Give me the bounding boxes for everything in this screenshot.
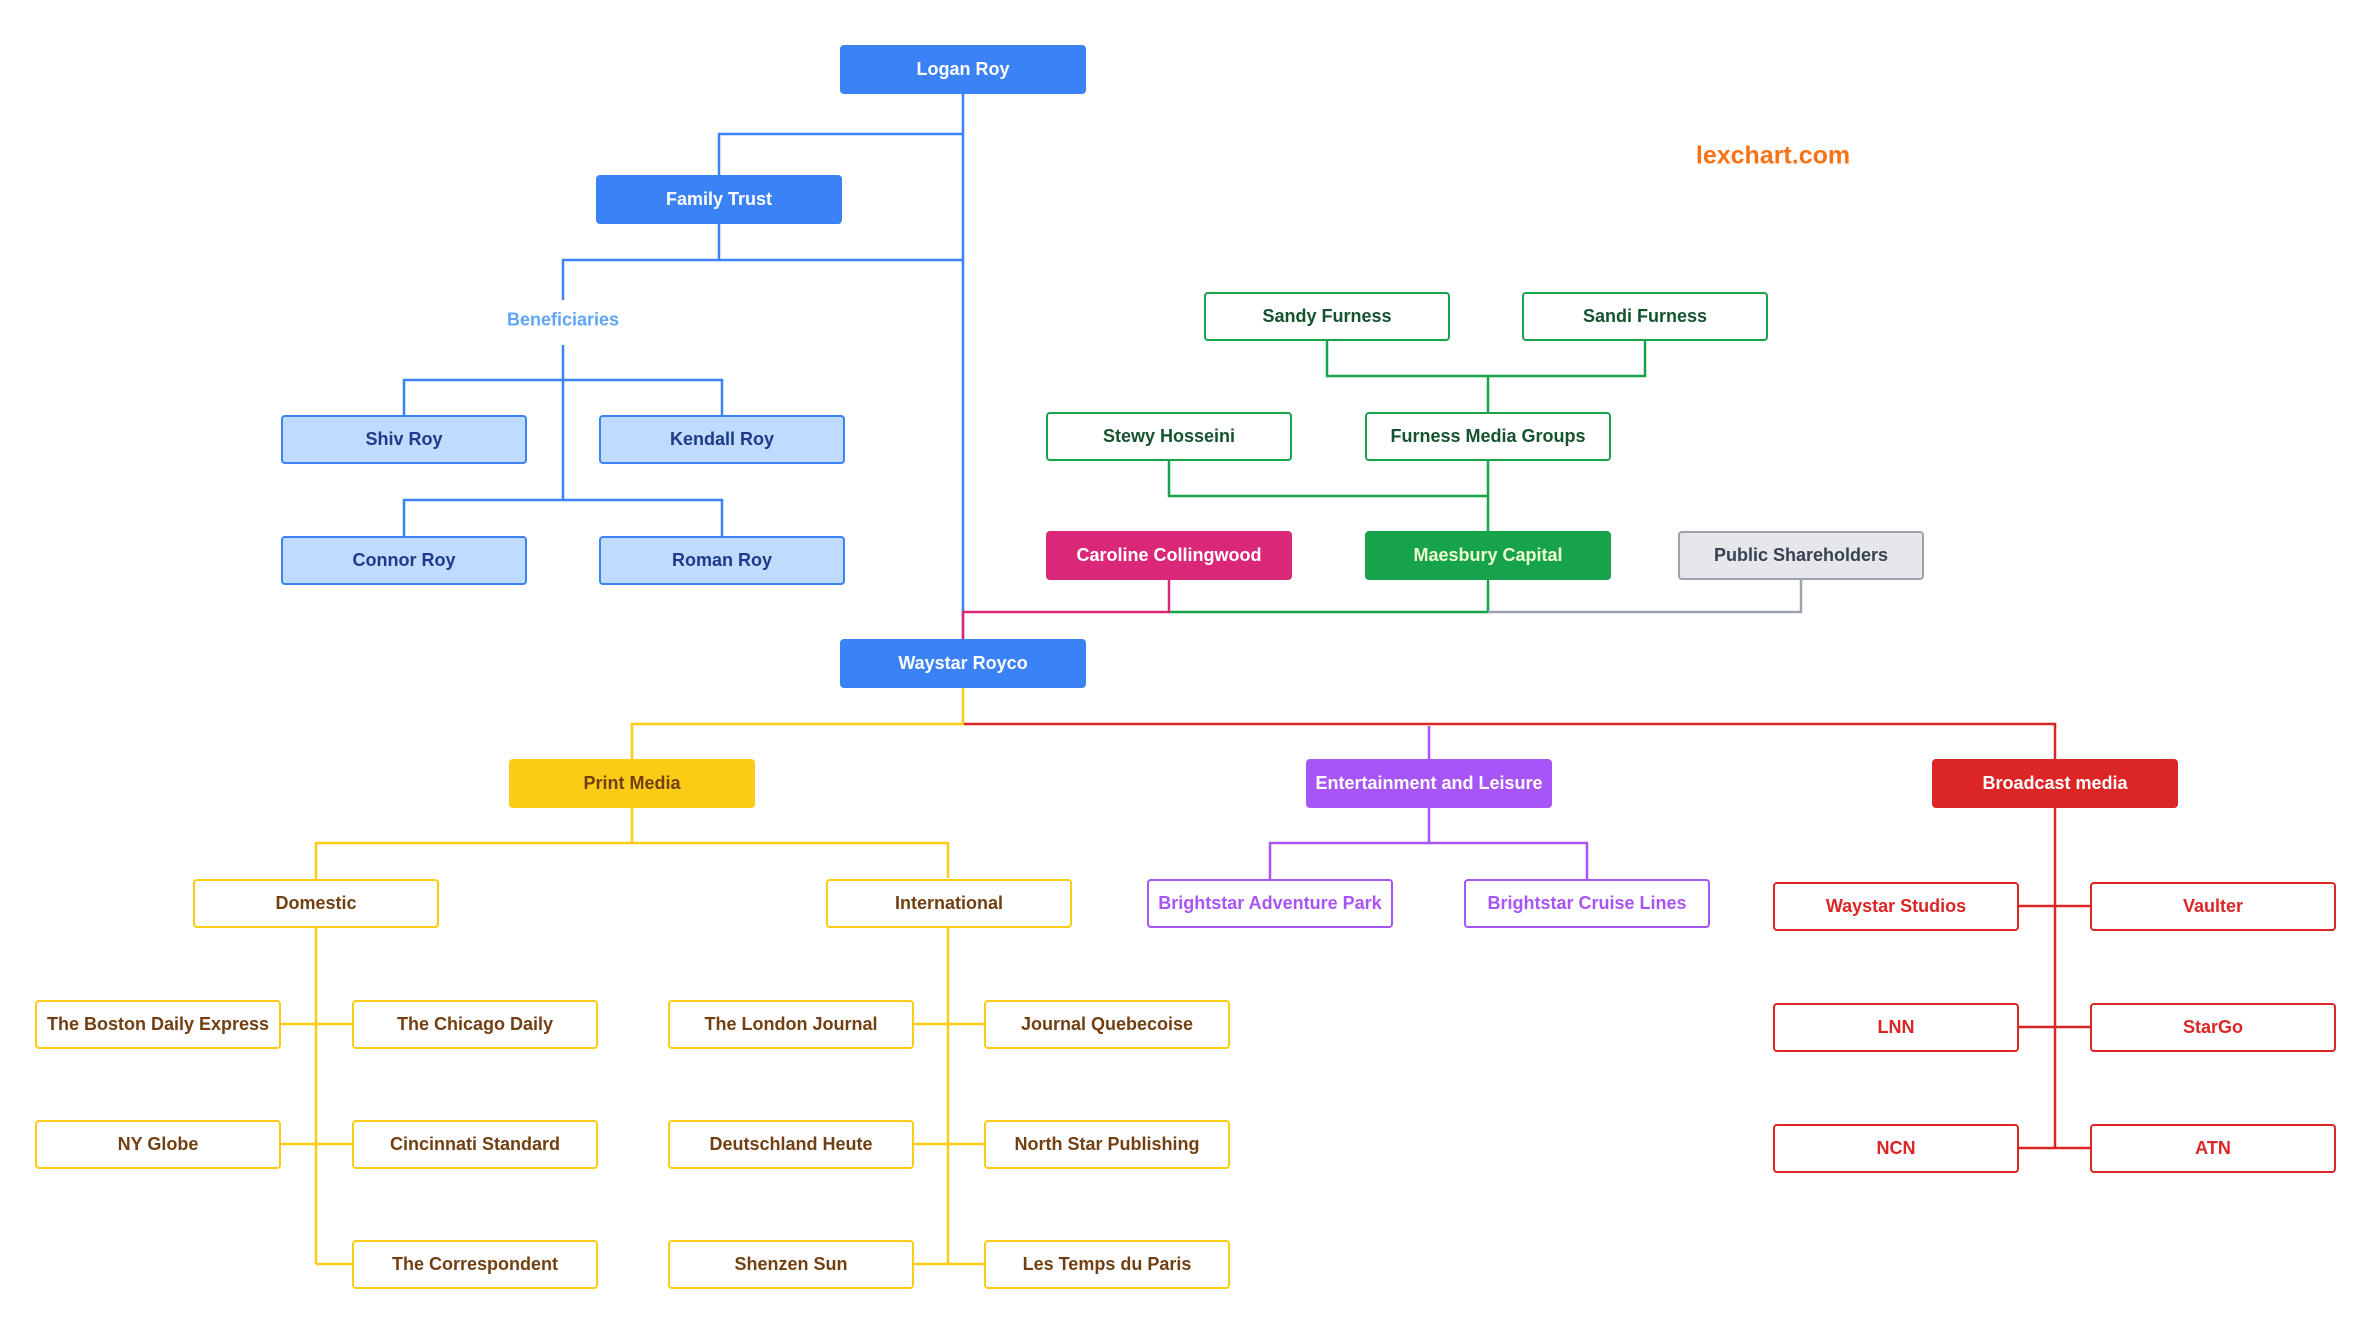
- node-waystar-royco[interactable]: Waystar Royco: [840, 639, 1086, 688]
- node-london-journal[interactable]: The London Journal: [668, 1000, 914, 1049]
- node-deutschland-heute[interactable]: Deutschland Heute: [668, 1120, 914, 1169]
- node-shiv-roy[interactable]: Shiv Roy: [281, 415, 527, 464]
- connector-maesbury-waystar: [1169, 580, 1490, 614]
- beneficiaries-label: Beneficiaries: [506, 309, 620, 330]
- node-furness-media-groups[interactable]: Furness Media Groups: [1365, 412, 1611, 461]
- node-print-media[interactable]: Print Media: [509, 759, 755, 808]
- node-stewy-hosseini[interactable]: Stewy Hosseini: [1046, 412, 1292, 461]
- connector-kendall: [563, 378, 724, 415]
- node-cincinnati-standard[interactable]: Cincinnati Standard: [352, 1120, 598, 1169]
- connector-stewy: [1167, 460, 1488, 498]
- connector-public-waystar: [1488, 580, 1803, 614]
- node-entertainment-leisure[interactable]: Entertainment and Leisure: [1306, 759, 1552, 808]
- node-public-shareholders[interactable]: Public Shareholders: [1678, 531, 1924, 580]
- node-ny-globe[interactable]: NY Globe: [35, 1120, 281, 1169]
- connector-print-domestic: [314, 841, 632, 879]
- connector-ent-adventure: [1268, 808, 1431, 879]
- node-lnn[interactable]: LNN: [1773, 1003, 2019, 1052]
- node-stargo[interactable]: StarGo: [2090, 1003, 2336, 1052]
- node-brightstar-adventure-park[interactable]: Brightstar Adventure Park: [1147, 879, 1393, 928]
- node-shenzen-sun[interactable]: Shenzen Sun: [668, 1240, 914, 1289]
- node-sandy-furness[interactable]: Sandy Furness: [1204, 292, 1450, 341]
- node-ncn[interactable]: NCN: [1773, 1124, 2019, 1173]
- connector-roman: [563, 498, 724, 536]
- node-maesbury-capital[interactable]: Maesbury Capital: [1365, 531, 1611, 580]
- node-broadcast-media[interactable]: Broadcast media: [1932, 759, 2178, 808]
- connector-shiv: [402, 378, 563, 415]
- node-les-temps-du-paris[interactable]: Les Temps du Paris: [984, 1240, 1230, 1289]
- node-waystar-studios[interactable]: Waystar Studios: [1773, 882, 2019, 931]
- node-roman-roy[interactable]: Roman Roy: [599, 536, 845, 585]
- connector-connor: [402, 498, 563, 536]
- node-caroline-collingwood[interactable]: Caroline Collingwood: [1046, 531, 1292, 580]
- node-journal-quebecoise[interactable]: Journal Quebecoise: [984, 1000, 1230, 1049]
- node-logan-roy[interactable]: Logan Roy: [840, 45, 1086, 94]
- connector-sandi: [1488, 340, 1647, 378]
- connector-trust-beneficiaries: [561, 224, 721, 300]
- node-connor-roy[interactable]: Connor Roy: [281, 536, 527, 585]
- node-boston-daily-express[interactable]: The Boston Daily Express: [35, 1000, 281, 1049]
- node-domestic[interactable]: Domestic: [193, 879, 439, 928]
- node-family-trust[interactable]: Family Trust: [596, 175, 842, 224]
- node-international[interactable]: International: [826, 879, 1072, 928]
- node-the-correspondent[interactable]: The Correspondent: [352, 1240, 598, 1289]
- node-brightstar-cruise-lines[interactable]: Brightstar Cruise Lines: [1464, 879, 1710, 928]
- connector-logan-trust: [717, 132, 963, 175]
- node-atn[interactable]: ATN: [2090, 1124, 2336, 1173]
- connector-sandy: [1325, 340, 1488, 378]
- node-vaulter[interactable]: Vaulter: [2090, 882, 2336, 931]
- node-kendall-roy[interactable]: Kendall Roy: [599, 415, 845, 464]
- node-chicago-daily[interactable]: The Chicago Daily: [352, 1000, 598, 1049]
- node-north-star-publishing[interactable]: North Star Publishing: [984, 1120, 1230, 1169]
- connector-ent-cruise: [1429, 841, 1589, 879]
- connector-waystar-print: [630, 688, 965, 759]
- connector-waystar-broadcast: [964, 722, 2057, 759]
- lexchart-logo[interactable]: lexchart.com: [1696, 142, 1850, 171]
- node-sandi-furness[interactable]: Sandi Furness: [1522, 292, 1768, 341]
- connector-print-international: [632, 841, 950, 878]
- connector-caroline-waystar: [961, 580, 1171, 639]
